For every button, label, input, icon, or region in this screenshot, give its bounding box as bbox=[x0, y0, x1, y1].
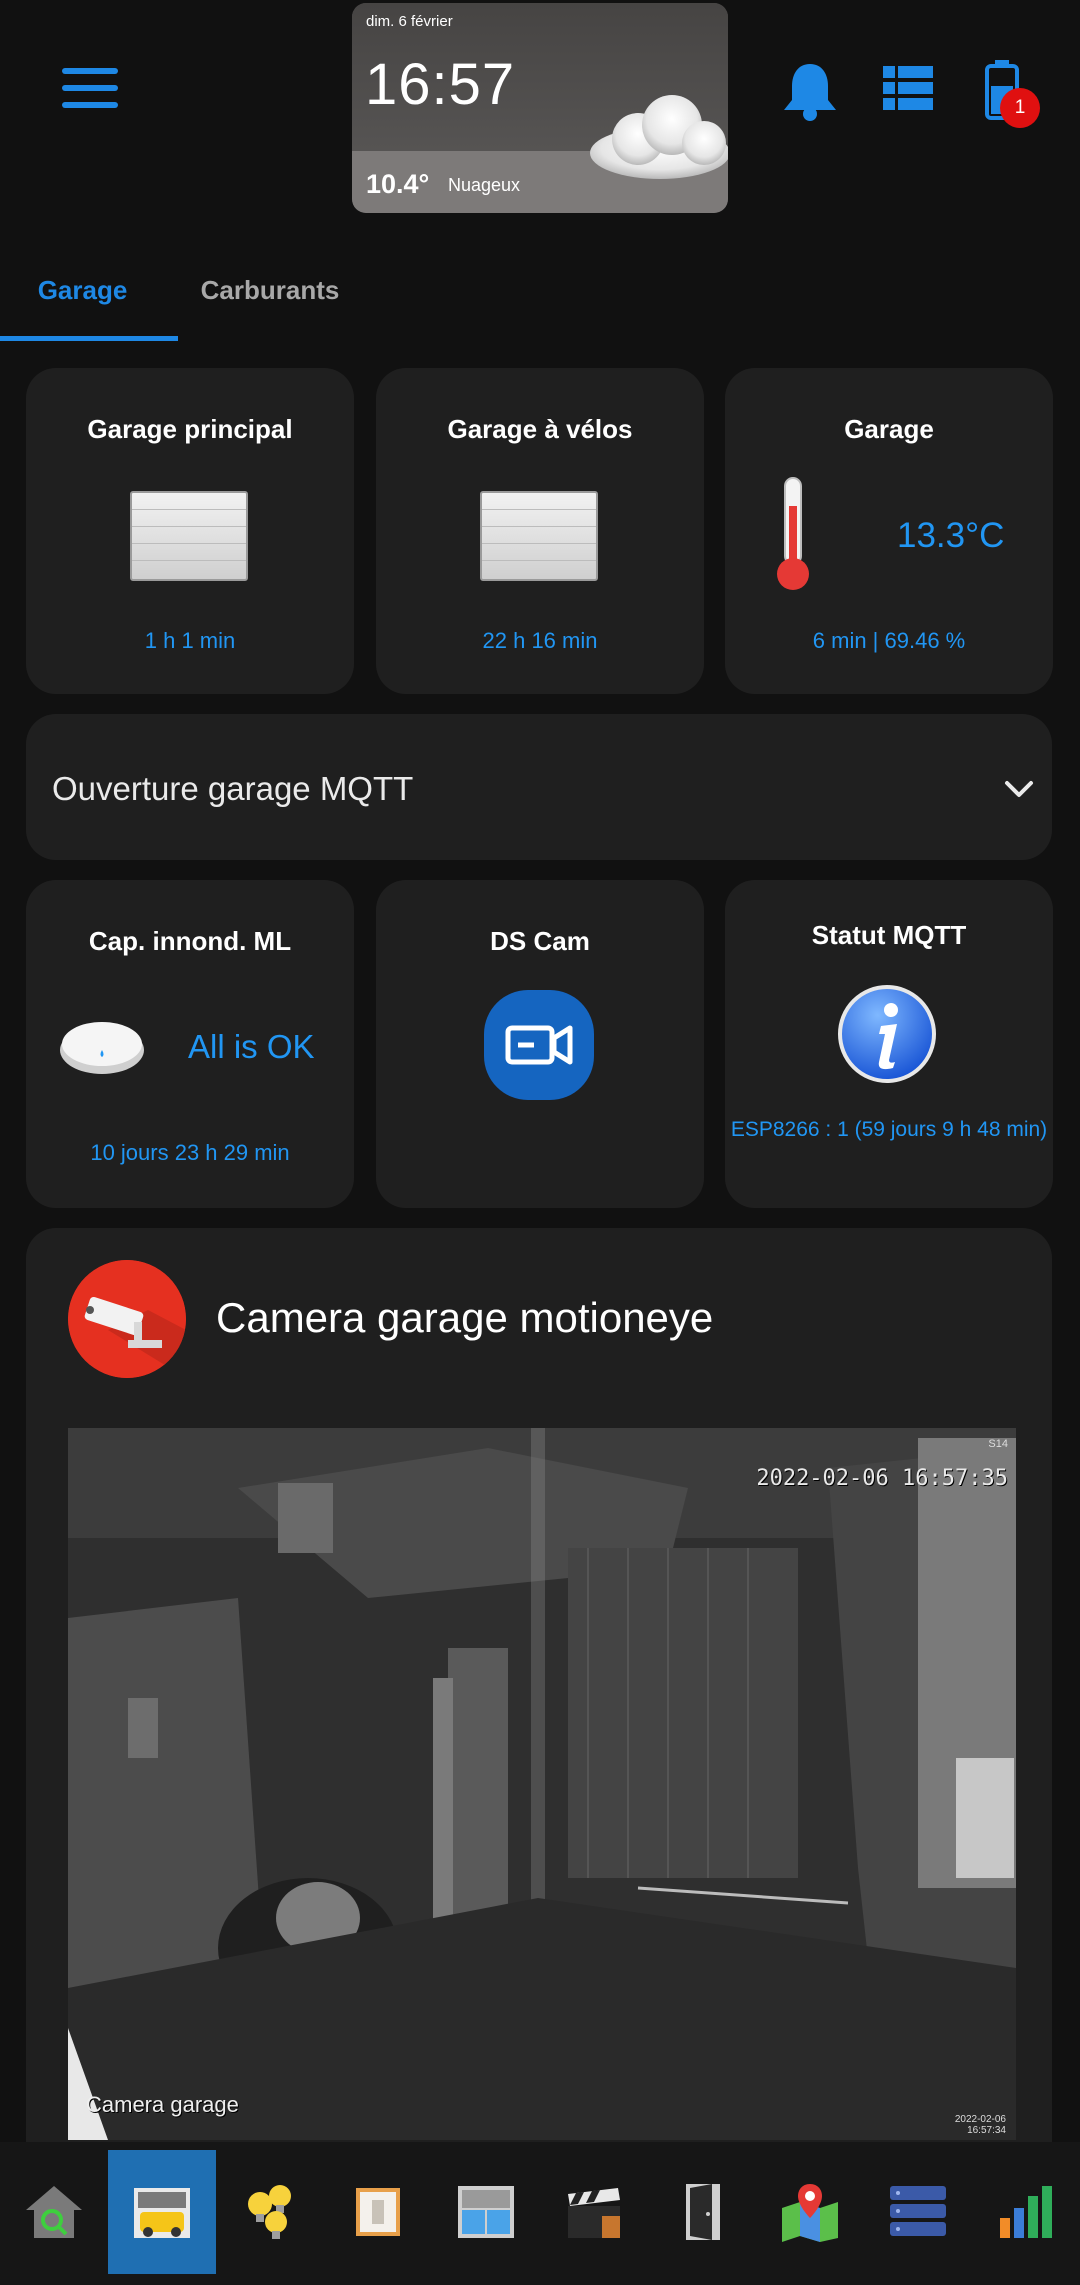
card-statut-mqtt[interactable]: Statut MQTT ESP8266 : 1 (59 jours 9 h 48… bbox=[725, 880, 1053, 1208]
door-icon bbox=[686, 2184, 720, 2240]
nav-media[interactable] bbox=[540, 2150, 648, 2274]
card-title: DS Cam bbox=[490, 926, 590, 956]
garage-door-icon bbox=[480, 491, 598, 581]
notification-badge: 1 bbox=[1000, 88, 1040, 128]
nav-doors[interactable] bbox=[648, 2150, 756, 2274]
bar-chart-icon bbox=[1000, 2186, 1052, 2238]
card-ds-cam[interactable]: DS Cam bbox=[376, 880, 704, 1208]
home-search-icon bbox=[26, 2186, 82, 2238]
nav-shutters[interactable] bbox=[432, 2150, 540, 2274]
card-status: 6 min | 69.46 % bbox=[812, 628, 966, 653]
bell-icon[interactable] bbox=[780, 60, 840, 122]
card-status: 22 h 16 min bbox=[482, 628, 598, 653]
video-camera-icon bbox=[484, 990, 594, 1100]
light-bulbs-icon bbox=[248, 2185, 291, 2239]
home-dashboard: dim. 6 février 16:57 10.4° Nuageux 1 Gar… bbox=[0, 0, 1080, 2285]
window-shutter-icon bbox=[458, 2186, 514, 2238]
feed-camera-name: Camera garage bbox=[86, 2092, 239, 2117]
card-garage-temperature[interactable]: Garage 13.3°C 6 min | 69.46 % bbox=[725, 368, 1053, 694]
clapperboard-icon bbox=[568, 2188, 620, 2238]
nav-home-search[interactable] bbox=[0, 2150, 108, 2274]
card-status: 10 jours 23 h 29 min bbox=[90, 1140, 290, 1165]
tab-bar: Garage Carburants bbox=[0, 240, 1080, 342]
card-title: Garage principal bbox=[87, 414, 293, 444]
garage-door-icon bbox=[130, 491, 248, 581]
security-camera-icon bbox=[68, 1260, 186, 1378]
menu-icon[interactable] bbox=[62, 68, 118, 112]
weather-condition: Nuageux bbox=[448, 175, 521, 195]
feed-stamp-date: 2022-02-06 bbox=[954, 2114, 1006, 2125]
camera-title: Camera garage motioneye bbox=[216, 1294, 714, 1341]
nav-statistics[interactable] bbox=[972, 2150, 1080, 2274]
nav-garage[interactable] bbox=[108, 2150, 216, 2274]
thermometer-icon bbox=[777, 477, 809, 590]
expander-label: Ouverture garage MQTT bbox=[52, 770, 414, 807]
weather-temperature: 10.4° bbox=[366, 169, 430, 199]
card-title: Garage bbox=[844, 414, 934, 444]
feed-stamp: 2022-02-06 16:57:34 bbox=[955, 2114, 1006, 2136]
card-flood-sensor[interactable]: Cap. innond. ML All is OK 10 jours 23 h … bbox=[26, 880, 354, 1208]
weather-time: 16:57 bbox=[365, 52, 516, 117]
camera-card: Camera garage motioneye S14 2022-02-06 1… bbox=[26, 1228, 1052, 2285]
nav-lights[interactable] bbox=[216, 2150, 324, 2274]
feed-corner-label: S14 bbox=[988, 1438, 1008, 1450]
card-status: 1 h 1 min bbox=[144, 628, 236, 653]
list-icon[interactable] bbox=[883, 66, 933, 110]
bottom-navigation bbox=[0, 2142, 1080, 2285]
flood-status-value: All is OK bbox=[188, 1028, 315, 1065]
nav-switches[interactable] bbox=[324, 2150, 432, 2274]
nav-map[interactable] bbox=[756, 2150, 864, 2274]
card-title: Garage à vélos bbox=[447, 414, 633, 444]
top-bar: dim. 6 février 16:57 10.4° Nuageux 1 bbox=[0, 0, 1080, 220]
card-title: Cap. innond. ML bbox=[88, 926, 292, 956]
card-garage-principal[interactable]: Garage principal 1 h 1 min bbox=[26, 368, 354, 694]
feed-stamp-time: 16:57:34 bbox=[967, 2125, 1006, 2136]
info-icon bbox=[838, 985, 936, 1083]
weather-date: dim. 6 février bbox=[366, 13, 453, 30]
cloud-icon bbox=[590, 95, 728, 179]
tab-garage[interactable]: Garage bbox=[0, 240, 165, 340]
camera-feed-image bbox=[68, 1428, 1016, 2140]
tab-indicator bbox=[0, 336, 178, 341]
temperature-value: 13.3°C bbox=[897, 516, 1005, 555]
card-garage-velos[interactable]: Garage à vélos 22 h 16 min bbox=[376, 368, 704, 694]
card-status: ESP8266 : 1 (59 jours 9 h 48 min) bbox=[730, 1118, 1048, 1141]
map-pin-icon bbox=[782, 2184, 838, 2242]
card-title: Statut MQTT bbox=[811, 920, 967, 950]
ouverture-garage-expander[interactable]: Ouverture garage MQTT bbox=[26, 714, 1052, 860]
garage-icon bbox=[134, 2188, 190, 2238]
chevron-down-icon[interactable] bbox=[1004, 774, 1034, 804]
nav-servers[interactable] bbox=[864, 2150, 972, 2274]
switch-panel-icon bbox=[356, 2188, 400, 2236]
weather-widget[interactable]: dim. 6 février 16:57 10.4° Nuageux bbox=[352, 3, 728, 213]
flood-sensor-icon bbox=[60, 1022, 144, 1074]
camera-feed[interactable]: S14 2022-02-06 16:57:35 Camera garage 20… bbox=[68, 1428, 1016, 2140]
feed-timestamp: 2022-02-06 16:57:35 bbox=[756, 1466, 1008, 1491]
server-icon bbox=[890, 2186, 946, 2236]
tab-carburants[interactable]: Carburants bbox=[190, 240, 350, 340]
